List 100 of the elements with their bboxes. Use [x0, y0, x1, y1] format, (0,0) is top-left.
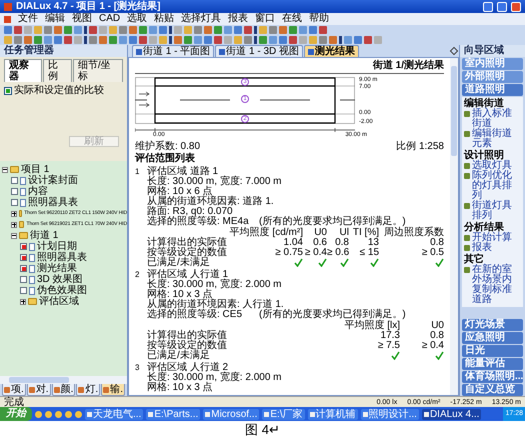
expander-icon[interactable]: [11, 210, 17, 216]
horizontal-scrollbar[interactable]: [0, 376, 127, 384]
requirements-note: (所有的光度要求均已得到满足。): [259, 217, 406, 227]
panel-title: 任务管理器: [0, 45, 127, 57]
area-detail: 评估区域 人行道 2: [147, 363, 228, 373]
menu-item[interactable]: 窗口: [255, 13, 276, 25]
maximize-icon[interactable]: [497, 2, 507, 12]
bottom-tab[interactable]: 对.: [26, 384, 51, 396]
area-detail: 评估区域 人行道 1: [147, 270, 228, 280]
taskbar-button[interactable]: 计算机辅: [308, 408, 358, 420]
menu-item[interactable]: 在线: [282, 13, 302, 25]
row-label: 已满足/未满足: [147, 258, 211, 268]
menu-item[interactable]: 报表: [228, 13, 248, 25]
tree-item[interactable]: 3D 效果图: [37, 274, 83, 285]
checkbox[interactable]: [20, 243, 27, 250]
status-text: 完成: [4, 396, 24, 408]
bottom-tab[interactable]: 输.: [101, 384, 125, 396]
expander-icon[interactable]: [20, 298, 26, 304]
column-header: TI [%]: [352, 228, 379, 238]
menu-item[interactable]: 帮助: [309, 13, 330, 25]
document-tab[interactable]: 测光结果: [304, 45, 360, 57]
scale-label: 比例 1:258: [396, 141, 444, 152]
wizard-link[interactable]: 编辑街道元素: [472, 129, 521, 149]
checkbox[interactable]: [20, 254, 27, 261]
wizard-button[interactable]: 应急照明: [462, 332, 523, 344]
menu-item[interactable]: 选择灯具: [181, 13, 222, 25]
wizard-link[interactable]: 街道灯具排列: [472, 201, 521, 221]
table-cell-text: ≥ 0.5: [420, 248, 444, 258]
wizard-button[interactable]: 灯光场景: [462, 319, 523, 331]
tab[interactable]: 细节/坐标: [72, 59, 123, 82]
tree-item[interactable]: 评估区域: [39, 296, 79, 307]
tree-item[interactable]: 计划日期: [37, 241, 77, 252]
wizard-button[interactable]: 自定义总览: [462, 384, 523, 396]
vertical-scrollbar[interactable]: [450, 58, 458, 395]
tree-item[interactable]: 设计案封面: [28, 175, 78, 186]
wizard-link[interactable]: 插入标准街道: [472, 109, 521, 129]
area-detail: 长度: 30.000 m, 宽度: 7.000 m: [147, 177, 282, 187]
menu-item[interactable]: 视图: [72, 13, 92, 25]
menu-item[interactable]: CAD: [99, 13, 120, 25]
menu-item[interactable]: 编辑: [45, 13, 65, 25]
bottom-tab[interactable]: 颜.: [52, 384, 76, 396]
wizard-button[interactable]: 体育场照明...: [462, 371, 523, 383]
start-button[interactable]: 开始: [0, 407, 32, 421]
wizard-button[interactable]: 日光: [462, 345, 523, 357]
tab[interactable]: 比例: [43, 59, 72, 82]
taskbar-button[interactable]: E:\Parts...: [146, 408, 200, 420]
taskbar-button[interactable]: E:\厂家: [262, 408, 305, 420]
row-label: 按等级设定的数值: [147, 248, 227, 258]
checkbox[interactable]: [11, 177, 18, 184]
checkbox[interactable]: [20, 265, 27, 272]
folder-icon: [10, 166, 19, 173]
tab[interactable]: 观察器: [4, 59, 42, 82]
wizard-button[interactable]: 能量评估: [462, 358, 523, 370]
taskbar-button[interactable]: DIALux 4...: [422, 408, 482, 420]
tree-item[interactable]: 街道 1: [30, 230, 58, 241]
area-detail: 从属的街道环境因素: 人行道 1.: [147, 300, 284, 310]
expander-icon[interactable]: [11, 222, 17, 228]
wizard-link[interactable]: 陈列优化的灯具排列: [472, 171, 521, 201]
table-cell-text: 1.04: [284, 238, 303, 248]
wizard-link[interactable]: 报表: [472, 243, 492, 253]
tree-item[interactable]: 内容: [28, 186, 48, 197]
column-header: U0: [313, 228, 327, 238]
area-detail: 从属的街道环境因素: 道路 1.: [147, 197, 275, 207]
tree-item[interactable]: 照明器具表: [28, 197, 78, 208]
list-number: 3: [135, 363, 140, 374]
menu-item[interactable]: 文件: [18, 13, 38, 25]
wizard-link[interactable]: 在新的室外场景内复制标准道路: [472, 265, 521, 305]
checkbox[interactable]: [20, 276, 27, 283]
menu-item[interactable]: 粘贴: [154, 13, 174, 25]
checkbox[interactable]: [11, 188, 18, 195]
document-tab[interactable]: 街道 1 - 平面图: [132, 45, 214, 57]
area-detail: 选择的照度等级: ME4a: [147, 217, 250, 227]
tree-item[interactable]: 项目 1: [21, 164, 50, 175]
area-detail: 选择的照度等级: CE5: [147, 310, 244, 320]
checkbox[interactable]: [11, 199, 18, 206]
expander-icon[interactable]: [2, 166, 8, 172]
tree-item[interactable]: 伪色效果图: [37, 285, 87, 296]
tree-item[interactable]: 照明器具表: [37, 252, 87, 263]
document-tab[interactable]: 街道 1 - 3D 视图: [215, 45, 304, 57]
tree-item[interactable]: 测光结果: [37, 263, 77, 274]
bottom-tab[interactable]: 灯.: [76, 384, 100, 396]
menu-item[interactable]: 选取: [127, 13, 148, 25]
taskbar-button[interactable]: Microsof...: [203, 408, 260, 420]
minimize-icon[interactable]: [483, 2, 493, 12]
wizard-button[interactable]: 道路照明: [462, 84, 523, 96]
checkbox[interactable]: [20, 287, 27, 294]
expander-icon[interactable]: [11, 232, 17, 238]
panel-title: 向导区域: [463, 45, 505, 57]
checkbox[interactable]: [4, 86, 12, 94]
table-cell-text: ≥ 0.4: [304, 248, 327, 258]
table-cell-text: 17.3: [380, 331, 400, 341]
taskbar-button[interactable]: 照明设计...: [360, 408, 419, 420]
wizard-icon: [464, 203, 470, 209]
requirements-note: (所有的光度要求均已得到满足。): [259, 310, 406, 320]
wizard-icon: [464, 267, 470, 273]
wizard-icon: [464, 131, 470, 137]
bottom-tab[interactable]: 项.: [2, 384, 26, 396]
taskbar-button[interactable]: 天龙电气...: [85, 408, 144, 420]
wizard-link[interactable]: 开始计算: [472, 233, 512, 243]
wizard-link[interactable]: 选取灯具: [472, 161, 512, 171]
